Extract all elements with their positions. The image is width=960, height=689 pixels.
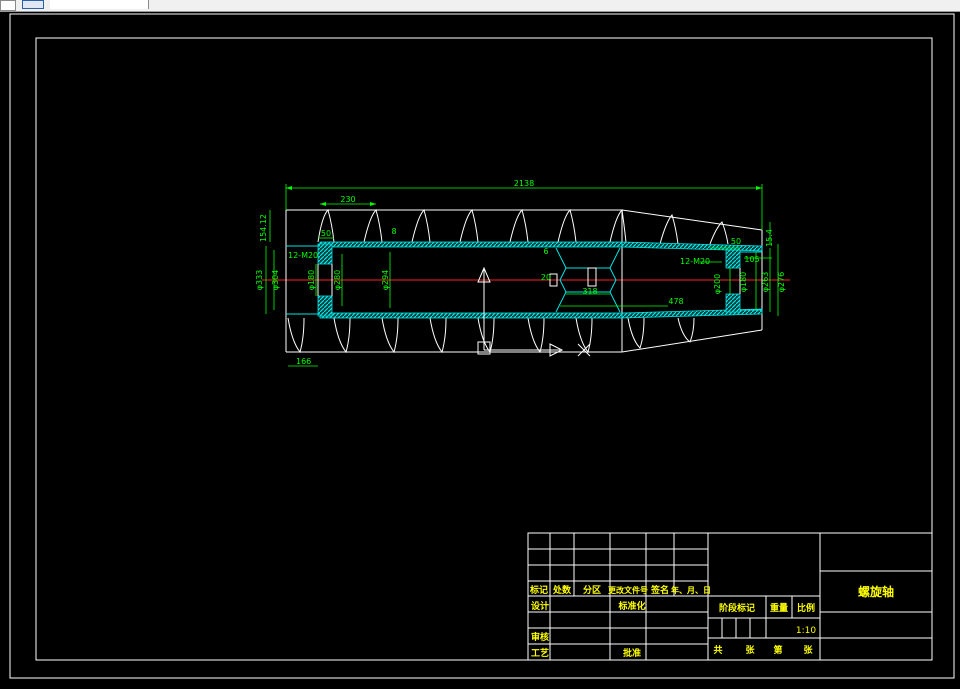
- sheets-unit-1: 张: [745, 644, 755, 656]
- dim-right-276: φ276: [777, 272, 786, 293]
- scale-label: 比例: [797, 602, 815, 614]
- hdr-count: 处数: [552, 584, 572, 596]
- sheets-total-label: 共: [713, 644, 722, 656]
- row-standard: 标准化: [617, 600, 645, 612]
- dim-tube-dia: φ294: [381, 270, 390, 291]
- row-process: 工艺: [531, 647, 549, 659]
- dim-right-263: φ263: [761, 272, 770, 293]
- dim-right-180: φ180: [739, 272, 748, 293]
- toolbar-strip: [0, 0, 960, 12]
- hdr-change-doc: 更改文件号: [608, 585, 648, 595]
- screw-shaft-drawing: 2138 230 154.12 50 8 12-M20 166 φ333 φ30…: [255, 179, 790, 367]
- dim-flange-dia: φ304: [271, 270, 280, 291]
- dimension-arrows: [286, 186, 762, 206]
- hdr-zone: 分区: [583, 584, 601, 596]
- dim-right-flange: 15.4: [765, 229, 774, 247]
- dim-r105: 105: [744, 255, 759, 264]
- sheet-border: [9, 13, 955, 679]
- dim-d2: 8: [391, 227, 396, 236]
- key-slot: [587, 267, 597, 287]
- dim-hole-right: 12-M20: [680, 257, 710, 266]
- row-review: 审核: [531, 631, 549, 643]
- toolbar-button[interactable]: [0, 0, 16, 11]
- tube-wall-bottom: [319, 312, 623, 319]
- scale-value: 1:10: [796, 626, 816, 636]
- drawing-title: 螺旋轴: [858, 584, 894, 599]
- helix-flights-upper: [317, 208, 729, 245]
- dim-overall-length: 2138: [514, 179, 534, 188]
- toolbar-field[interactable]: [50, 0, 149, 9]
- drawing-canvas[interactable]: 2138 230 154.12 50 8 12-M20 166 φ333 φ30…: [0, 12, 960, 685]
- dim-right-200: φ200: [713, 274, 722, 295]
- flight-envelope: [285, 209, 763, 353]
- dim-s20: 20: [541, 273, 551, 282]
- dim-mid: 318: [582, 287, 597, 296]
- stage-label: 阶段标记: [719, 602, 755, 614]
- tube-wall-top: [319, 241, 623, 248]
- row-design: 设计: [531, 600, 549, 612]
- row-approve: 批准: [623, 647, 641, 659]
- dim-r50: 50: [731, 237, 741, 246]
- layer-icon[interactable]: [22, 0, 44, 9]
- dim-pitch: 230: [340, 195, 355, 204]
- dim-bore-dia: φ180: [307, 270, 316, 291]
- sheet-no-label: 第: [773, 644, 782, 656]
- helix-flights-lower: [287, 317, 695, 354]
- ucs-icon: [477, 266, 591, 357]
- hdr-sign: 签名: [650, 584, 669, 596]
- dim-d1: 50: [321, 229, 331, 238]
- dim-flange-thickness: 154.12: [259, 214, 268, 242]
- dim-gap: 6: [543, 247, 548, 256]
- weight-label: 重量: [770, 602, 788, 614]
- hdr-date: 年、月、日: [671, 585, 711, 595]
- dim-inner-dia: φ280: [333, 270, 342, 291]
- dim-width-left: 166: [296, 357, 311, 366]
- hdr-mark: 标记: [529, 584, 548, 596]
- dim-outer-dia: φ333: [255, 270, 264, 291]
- dim-length-478: 478: [668, 297, 683, 306]
- dim-hole-left: 12-M20: [288, 251, 318, 260]
- sheets-unit-2: 张: [803, 644, 813, 656]
